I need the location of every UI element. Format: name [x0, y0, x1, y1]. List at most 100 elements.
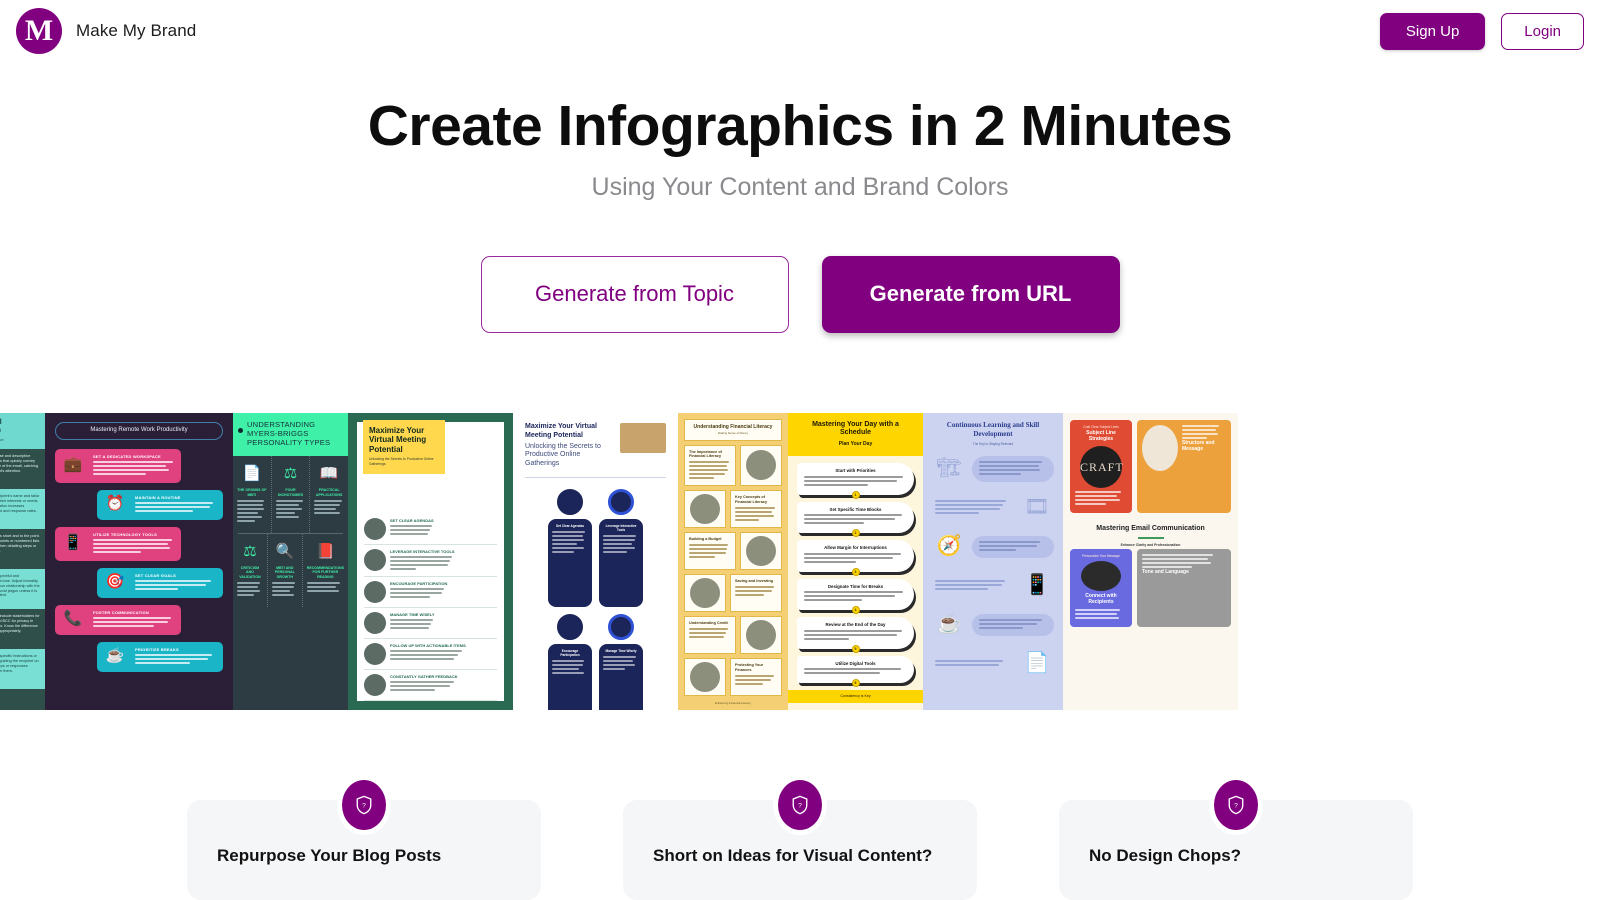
thumbnail-step: ☕ PRIORITIZE BREAKS — [97, 641, 223, 672]
item-heading: LEVERAGE INTERACTIVE TOOLS — [390, 549, 455, 554]
hero-section: Create Infographics in 2 Minutes Using Y… — [0, 94, 1600, 333]
thumbnail-header: Mastering Email Communication Enhance Cl… — [1070, 519, 1231, 549]
card-heading: Connect with Recipients — [1085, 592, 1117, 605]
thumbnail-step: 💼 SET A DEDICATED WORKSPACE — [55, 448, 181, 483]
compass-icon: 🧭 — [936, 535, 962, 557]
content-row: 📄 — [932, 649, 1054, 679]
infographic-thumbnail[interactable]: Maximize Your Virtual Meeting Potential … — [513, 413, 678, 710]
mobile-phone-icon: 📱 — [63, 534, 83, 552]
step-pill: Set Specific Time Blocks 2 — [797, 501, 914, 538]
infographic-thumbnail[interactable]: Continuous Learning and Skill Developmen… — [923, 413, 1063, 710]
coffee-cup-icon: ☕ — [105, 647, 125, 665]
thumbnail-step: 📞 FOSTER COMMUNICATION — [55, 604, 181, 635]
color-card: Tone and Language — [1137, 548, 1231, 627]
svg-text:?: ? — [798, 803, 802, 810]
section-row: Understanding Credit — [684, 616, 782, 655]
avatar — [364, 612, 386, 634]
step-heading: UTILIZE TECHNOLOGY TOOLS — [93, 531, 157, 537]
avatar — [557, 614, 583, 641]
page-title: Create Infographics in 2 Minutes — [367, 94, 1233, 158]
section-heading: Key Concepts of Financial Literacy — [735, 495, 768, 504]
thumbnail-subtitle: Plan Your Day — [838, 440, 873, 447]
cta-row: Generate from Topic Generate from URL — [0, 255, 1600, 333]
content-row: ☕ — [932, 610, 1054, 640]
step-heading: MAINTAIN A ROUTINE — [135, 494, 181, 500]
section-image — [690, 494, 720, 525]
generate-from-topic-button[interactable]: Generate from Topic — [480, 255, 789, 333]
card-heading: Encourage Participation — [560, 649, 580, 658]
content-row: 🧭 — [932, 532, 1054, 562]
thumbnail-step: ⏰ MAINTAIN A ROUTINE — [97, 489, 223, 520]
feature-card-title: Short on Ideas for Visual Content? — [653, 846, 933, 865]
item-heading: FOLLOW UP WITH ACTIONABLE ITEMS — [390, 643, 466, 648]
avatar — [364, 643, 386, 665]
avatar — [608, 614, 634, 641]
generate-from-url-button[interactable]: Generate from URL — [821, 255, 1120, 333]
coffee-icon: ☕ — [936, 613, 962, 635]
svg-text:?: ? — [1234, 803, 1238, 810]
infographic-thumbnail[interactable]: Mastering Your Day with a Schedule Plan … — [788, 413, 923, 710]
step-pill: Review at the End of the Day 5 — [797, 617, 914, 653]
divider — [525, 476, 666, 478]
thumbnail-header: Mastering Your Day with a Schedule Plan … — [788, 413, 923, 457]
feature-card[interactable]: ? Repurpose Your Blog Posts — [187, 780, 541, 900]
feature-cards-section: ? Repurpose Your Blog Posts ? Short on I… — [0, 780, 1600, 900]
thumbnail-title: Maximize Your Virtual Meeting Potential … — [525, 423, 613, 469]
step-heading: Review at the End of the Day — [825, 622, 886, 628]
row-text: Close with specific instructions or ques… — [0, 654, 39, 673]
signup-button[interactable]: Sign Up — [1379, 12, 1486, 50]
list-item: ENCOURAGE PARTICIPATION — [364, 577, 497, 608]
subtitle-text: Unlocking the Secrets to Productive Onli… — [525, 442, 601, 468]
step-pill: Allow Margin for Interruptions 3 — [797, 540, 914, 576]
bridge-icon: 🏗 — [936, 457, 962, 479]
thumbnail-title: Mastering Email Communication — [0, 419, 39, 435]
content-row: 📱 — [932, 571, 1054, 601]
thumbnail-subtitle: Unlocking the Secrets to Productive Onli… — [369, 457, 434, 466]
login-button[interactable]: Login — [1501, 12, 1584, 50]
feature-card[interactable]: ? No Design Chops? — [1059, 780, 1413, 900]
infographic-thumbnail[interactable]: Understanding Financial Literacy Making … — [678, 413, 788, 710]
section-image — [690, 662, 720, 693]
feature-card[interactable]: ? Short on Ideas for Visual Content? — [623, 780, 977, 900]
infographic-carousel[interactable]: Mastering Email Communication Enhance Cl… — [0, 413, 1600, 713]
infographic-thumbnail[interactable]: UNDERSTANDING MYERS-BRIGGS PERSONALITY T… — [233, 413, 348, 710]
craft-badge: CRAFT — [1080, 445, 1123, 488]
thumbnail-header: UNDERSTANDING MYERS-BRIGGS PERSONALITY T… — [233, 413, 348, 457]
infographic-thumbnail[interactable]: Mastering Email Communication Enhance Cl… — [0, 413, 45, 710]
section-image — [746, 536, 776, 567]
content-row: 🏗 — [932, 454, 1054, 484]
cell-heading: RECOMMENDATIONS FOR FURTHER READING — [306, 565, 344, 579]
card-column: Set Clear Agendas — [548, 489, 592, 608]
item-heading: MANAGE TIME WISELY — [390, 612, 435, 617]
list-item: LEVERAGE INTERACTIVE TOOLS — [364, 545, 497, 577]
card-kicker: Craft Clear Subject Lines — [1083, 425, 1119, 429]
card-heading: Structure and Message — [1182, 440, 1215, 452]
infographic-thumbnail[interactable]: Craft Clear Subject Lines Subject Line S… — [1063, 413, 1238, 710]
tablet-icon: 📱 — [1024, 574, 1050, 596]
brand-logo-group[interactable]: M Make My Brand — [16, 8, 196, 54]
color-card: Personalize Your Message Connect with Re… — [1070, 548, 1132, 627]
grid-cell: ⚖ FOUR DICHOTOMIES — [272, 456, 311, 534]
step-pill: Utilize Digital Tools 6 — [797, 655, 914, 688]
thumbnail-header: Mastering Email Communication Enhance Cl… — [0, 413, 45, 450]
row-text: Use CC to include stakeholders for visib… — [0, 614, 40, 633]
infographic-thumbnail[interactable]: Mastering Remote Work Productivity 💼 SET… — [45, 413, 233, 710]
section-image — [690, 578, 720, 609]
open-book-icon: 📖 — [319, 465, 339, 483]
thumbnail-step: 🎯 SET CLEAR GOALS — [97, 567, 223, 598]
thumbnail-subtitle: The Key to Staying Relevant — [972, 441, 1014, 446]
step-number: 6 — [851, 679, 860, 688]
thumbnail-subtitle: Enhance Clarity and Professionalism — [0, 438, 4, 443]
thumbnail-step: 📱 UTILIZE TECHNOLOGY TOOLS — [55, 526, 181, 561]
thumbnail-footer: Consistency is Key — [788, 690, 923, 703]
step-pill: Start with Priorities 1 — [797, 463, 914, 499]
shield-question-icon: ? — [1214, 780, 1258, 830]
step-pill: Designate Time for Breaks 4 — [797, 578, 914, 615]
infographic-thumbnail[interactable]: Maximize Your Virtual Meeting Potential … — [348, 413, 513, 710]
header-image — [620, 423, 666, 453]
title-text: Maximize Your Virtual Meeting Potential — [525, 423, 597, 439]
section-heading: Understanding Credit — [689, 621, 728, 626]
magnifier-icon: 🔍 — [275, 543, 295, 561]
card-heading: Tone and Language — [1142, 568, 1189, 575]
target-icon: 🎯 — [105, 573, 125, 591]
